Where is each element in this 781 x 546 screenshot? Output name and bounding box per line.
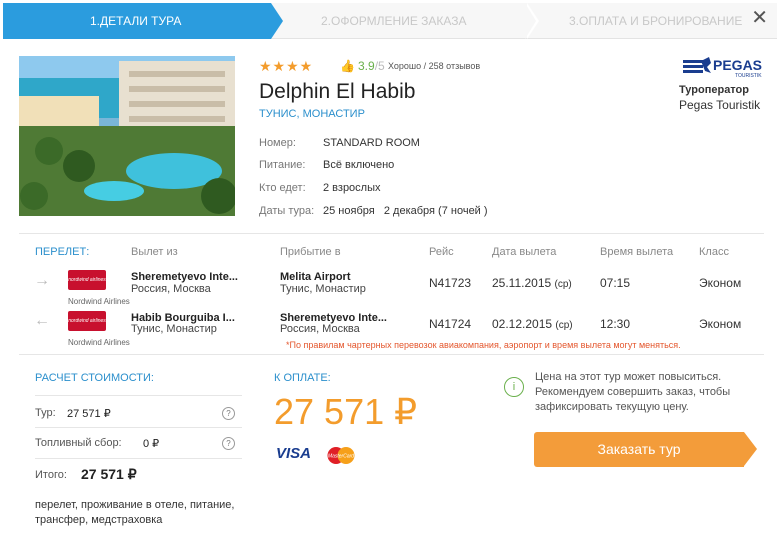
charter-warning: *По правилам чартерных перевозок авиаком… xyxy=(286,340,681,350)
guests-label: Кто едет: xyxy=(259,182,306,194)
arrival-place: Тунис, Монастир xyxy=(280,283,366,295)
rating: 3.9/5 xyxy=(358,59,385,73)
rating-reviews-link[interactable]: Хорошо / 258 отзывов xyxy=(388,61,480,71)
payment-title: К оплате: xyxy=(274,372,331,384)
total-value: 27 571 ₽ xyxy=(81,466,137,482)
fuel-fee-label: Топливный сбор: xyxy=(35,437,122,449)
room-label: Номер: xyxy=(259,137,296,149)
departure-place: Тунис, Монастир xyxy=(131,323,217,335)
outbound-arrow-icon: → xyxy=(34,272,50,289)
flight-header-from: Вылет из xyxy=(131,246,178,258)
flight-header-class: Класс xyxy=(699,246,729,258)
hotel-stars: ★★★★ xyxy=(259,58,314,74)
dates-value: 25 ноября 2 декабря (7 ночей ) xyxy=(323,205,488,217)
hotel-name: Delphin El Habib xyxy=(259,80,416,103)
airline-logo: nordwind airlines xyxy=(68,311,106,331)
info-icon: i xyxy=(504,377,524,397)
cost-title: Расчет стоимости: xyxy=(35,372,154,384)
pegas-logo-text: PEGAS xyxy=(713,57,762,73)
step-1-arrow xyxy=(271,3,283,39)
steps-bar: 1.Детали тура 2.Оформление заказа 3.Опла… xyxy=(3,3,777,39)
pegas-logo: PEGAS TOURISTIK xyxy=(683,57,765,79)
order-tour-button-tip[interactable] xyxy=(744,432,757,466)
flight-header-title: Перелет: xyxy=(35,246,90,258)
room-value: STANDARD ROOM xyxy=(323,137,420,149)
operator-name: Pegas Touristik xyxy=(679,98,761,112)
tour-price-value: 27 571 ₽ xyxy=(67,408,111,420)
flight-header-to: Прибытие в xyxy=(280,246,341,258)
flight-number: N41723 xyxy=(429,276,472,290)
thumbs-up-icon: 👍 xyxy=(340,59,355,73)
flight-class: Эконом xyxy=(699,276,742,290)
hotel-location: Тунис, Монастир xyxy=(259,108,365,120)
return-arrow-icon: ← xyxy=(34,312,50,329)
total-label: Итого: xyxy=(35,469,67,481)
flight-date: 25.11.2015 (ср) xyxy=(492,276,572,290)
hotel-photo xyxy=(19,56,235,216)
flight-header-date: Дата вылета xyxy=(492,246,557,258)
flight-number: N41724 xyxy=(429,317,472,331)
arrival-place: Россия, Москва xyxy=(280,323,360,335)
tour-price-label: Тур: xyxy=(35,407,56,419)
flight-weekday: (ср) xyxy=(555,320,573,331)
flight-time: 12:30 xyxy=(600,317,631,331)
visa-logo: VISA xyxy=(276,445,312,462)
flight-date-value: 25.11.2015 xyxy=(492,276,552,290)
flight-class: Эконом xyxy=(699,317,742,331)
payment-amount: 27 571 ₽ xyxy=(274,391,418,432)
divider xyxy=(19,354,764,355)
rating-value: 3.9 xyxy=(358,59,375,73)
departure-place: Россия, Москва xyxy=(131,283,211,295)
price-includes: перелет, проживание в отеле, питание, тр… xyxy=(35,499,235,526)
flight-time: 07:15 xyxy=(600,276,631,290)
fuel-fee-value: 0 ₽ xyxy=(143,438,160,450)
flight-header-flight: Рейс xyxy=(429,246,454,258)
pegas-logo-subtext: TOURISTIK xyxy=(735,73,762,79)
operator-label: Туроператор xyxy=(679,84,749,96)
flight-date-value: 02.12.2015 xyxy=(492,317,553,331)
airline-name: Nordwind Airlines xyxy=(68,297,130,306)
rating-of: /5 xyxy=(374,59,385,73)
flight-header-time: Время вылета xyxy=(600,246,674,258)
airline-name: Nordwind Airlines xyxy=(68,338,130,347)
guests-value: 2 взрослых xyxy=(323,182,381,194)
price-info-text: Цена на этот тур может повыситься. Реком… xyxy=(535,371,731,413)
step-1-tour-details[interactable]: 1.Детали тура xyxy=(3,3,271,39)
meal-value: Всё включено xyxy=(323,159,395,171)
mastercard-logo: MasterCard xyxy=(325,446,357,465)
step-2-order[interactable]: 2.Оформление заказа xyxy=(321,3,467,39)
flight-weekday: (ср) xyxy=(554,279,572,290)
cost-divider xyxy=(35,395,242,396)
close-icon[interactable]: ✕ xyxy=(751,8,768,28)
cost-divider xyxy=(35,458,242,459)
departure-airport: Sheremetyevo Inte... xyxy=(131,271,238,283)
step-3-payment[interactable]: 3.Оплата и бронирование xyxy=(569,3,742,39)
mastercard-text: MasterCard xyxy=(328,454,354,460)
cost-divider xyxy=(35,427,242,428)
meal-label: Питание: xyxy=(259,159,306,171)
help-icon[interactable]: ? xyxy=(222,437,235,450)
order-tour-button[interactable]: Заказать тур xyxy=(534,432,744,467)
airline-logo: nordwind airlines xyxy=(68,270,106,290)
dates-label: Даты тура: xyxy=(259,205,315,217)
flight-date: 02.12.2015 (ср) xyxy=(492,317,573,331)
divider xyxy=(19,233,764,234)
step-separator-inner xyxy=(525,3,536,39)
arrival-airport: Melita Airport xyxy=(280,271,351,283)
help-icon[interactable]: ? xyxy=(222,407,235,420)
